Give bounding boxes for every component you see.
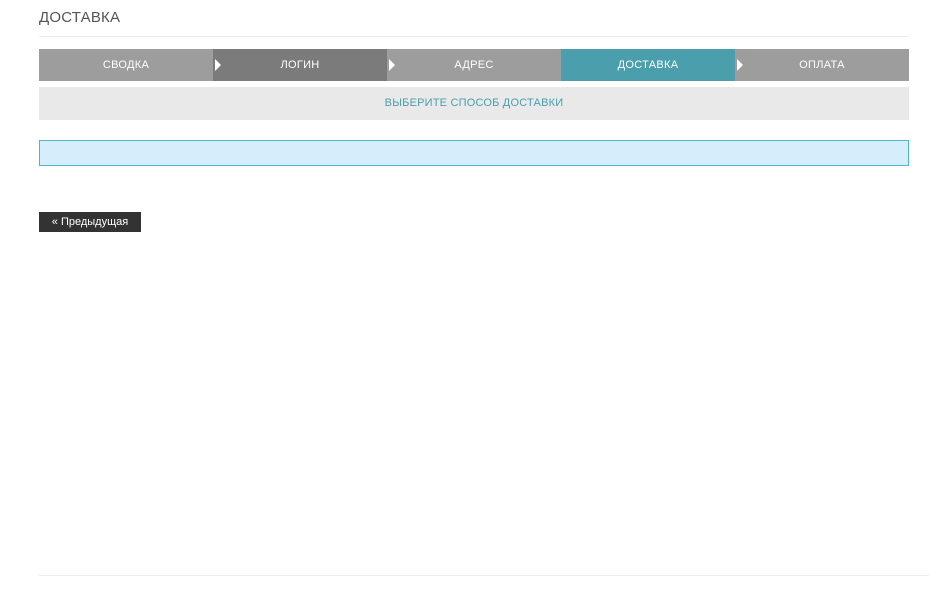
- step-payment-label: ОПЛАТА: [799, 59, 845, 71]
- step-address[interactable]: АДРЕС: [387, 49, 561, 81]
- shipping-instruction: ВЫБЕРИТЕ СПОСОБ ДОСТАВКИ: [39, 87, 909, 120]
- step-summary-label: СВОДКА: [102, 59, 150, 71]
- step-address-label: АДРЕС: [454, 59, 494, 71]
- title-divider: [39, 36, 909, 37]
- info-message-box: [39, 140, 909, 166]
- step-login[interactable]: ЛОГИН: [213, 49, 395, 81]
- step-arrow-icon: [215, 59, 221, 71]
- step-summary[interactable]: СВОДКА: [39, 49, 221, 81]
- step-shipping-label: ДОСТАВКА: [617, 59, 679, 71]
- footer-divider: [39, 575, 929, 576]
- step-shipping: ДОСТАВКА: [561, 49, 743, 81]
- checkout-steps: СВОДКА ЛОГИН АДРЕС ДОСТАВКА ОПЛАТА: [39, 49, 909, 81]
- step-arrow-icon: [737, 59, 743, 71]
- page-title: ДОСТАВКА: [39, 9, 121, 26]
- step-payment: ОПЛАТА: [735, 49, 909, 81]
- step-arrow-icon: [389, 59, 395, 71]
- previous-button[interactable]: « Предыдущая: [39, 212, 141, 232]
- step-login-label: ЛОГИН: [280, 59, 320, 71]
